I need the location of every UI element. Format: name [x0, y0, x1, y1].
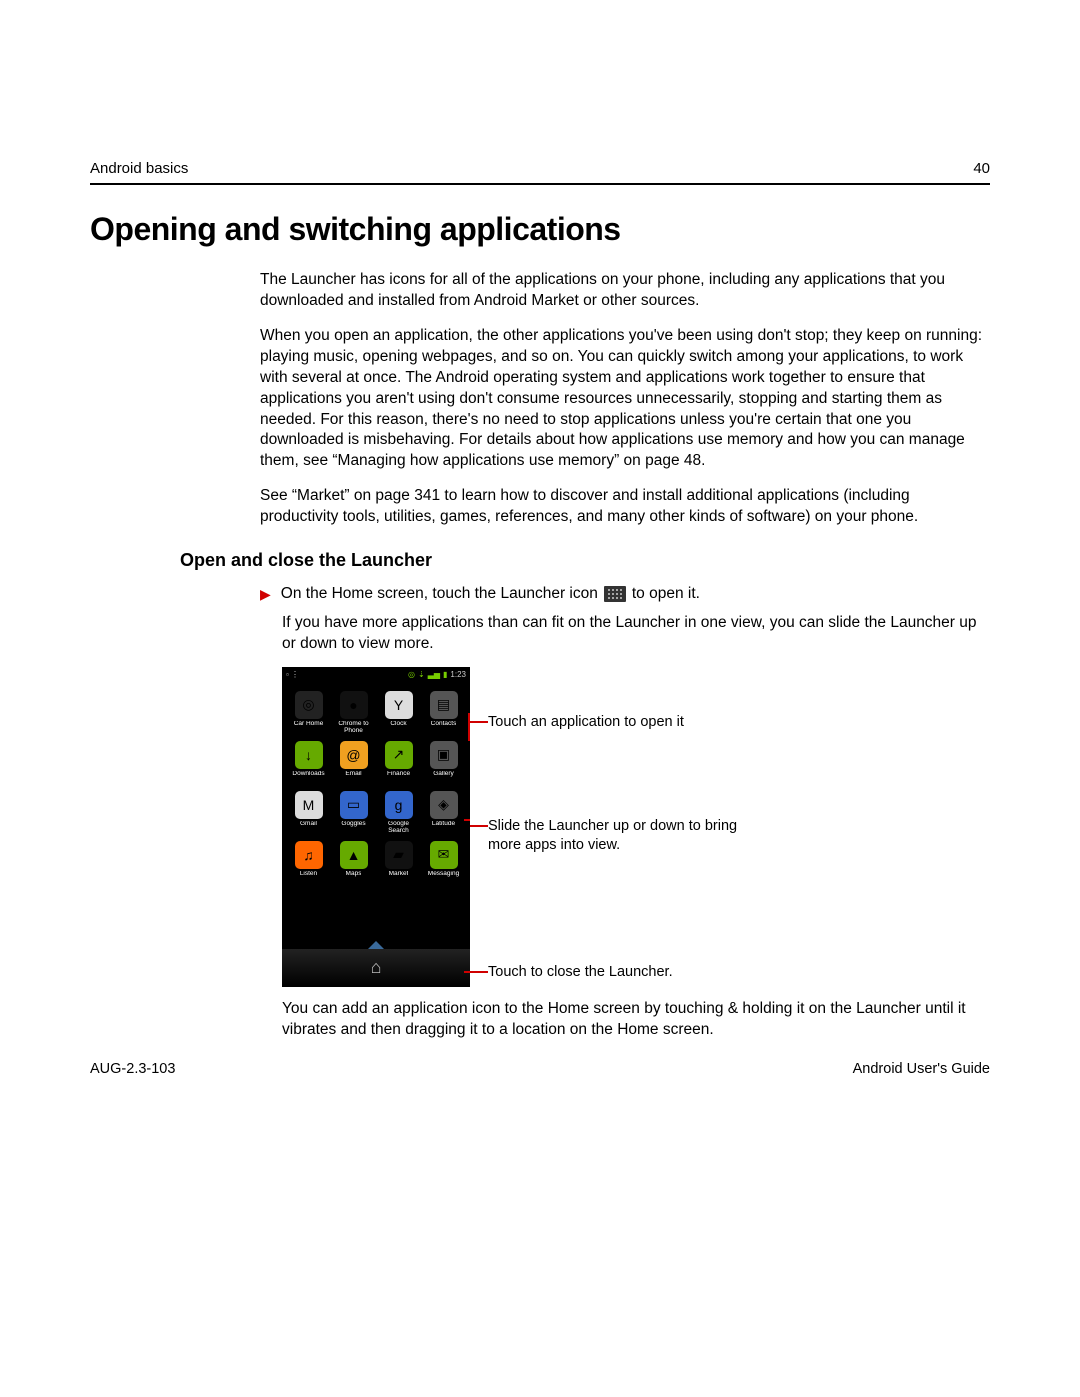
intro-paragraph: When you open an application, the other …	[260, 326, 990, 472]
status-left-icons: ▫ ⋮	[286, 670, 299, 679]
step-bullet-icon: ▶	[260, 586, 271, 603]
app-icon: ▤ Contacts	[423, 691, 464, 735]
app-glyph-icon: ◎	[295, 691, 323, 719]
callout-connector	[468, 713, 470, 741]
app-label: Finance	[387, 771, 410, 785]
subheading: Open and close the Launcher	[180, 550, 990, 571]
callout-text: Touch an application to open it	[488, 714, 684, 730]
app-label: Gmail	[300, 821, 317, 835]
app-label: Gallery	[433, 771, 454, 785]
app-icon: ▲ Maps	[333, 841, 374, 885]
app-icon: ↓ Downloads	[288, 741, 329, 785]
app-icon: ↗ Finance	[378, 741, 419, 785]
status-battery-icon: ▮	[443, 670, 447, 679]
launcher-icon	[604, 586, 626, 602]
callout-connector	[464, 819, 470, 821]
status-sync-icon: ◎	[408, 670, 415, 679]
app-glyph-icon: ♫	[295, 841, 323, 869]
app-icon: ▰ Market	[378, 841, 419, 885]
step-body: If you have more applications than can f…	[282, 613, 990, 655]
app-label: Google Search	[378, 821, 419, 835]
step-text-post: to open it.	[632, 585, 700, 603]
header-rule	[90, 183, 990, 185]
callout-line	[470, 971, 488, 973]
callout-text: Slide the Launcher up or down to bring m…	[488, 818, 737, 853]
app-glyph-icon: ◈	[430, 791, 458, 819]
running-head-page-number: 40	[973, 160, 990, 177]
app-glyph-icon: ↗	[385, 741, 413, 769]
app-glyph-icon: ▣	[430, 741, 458, 769]
footer-doc-title: Android User's Guide	[853, 1061, 990, 1077]
app-icon: @ Email	[333, 741, 374, 785]
app-icon: g Google Search	[378, 791, 419, 835]
app-label: Chrome to Phone	[333, 721, 374, 735]
status-download-icon: ⇣	[418, 670, 425, 679]
status-signal-icon: ▃▅	[428, 670, 440, 679]
app-icon: ✉ Messaging	[423, 841, 464, 885]
app-icon: ◈ Latitude	[423, 791, 464, 835]
intro-paragraph: See “Market” on page 341 to learn how to…	[260, 486, 990, 528]
app-label: Clock	[390, 721, 406, 735]
scroll-up-indicator-icon	[368, 941, 384, 949]
app-label: Market	[389, 871, 409, 885]
app-glyph-icon: ▲	[340, 841, 368, 869]
app-icon: ◎ Car Home	[288, 691, 329, 735]
app-icon: M Gmail	[288, 791, 329, 835]
app-glyph-icon: ●	[340, 691, 368, 719]
app-label: Contacts	[431, 721, 457, 735]
app-icon: ● Chrome to Phone	[333, 691, 374, 735]
app-glyph-icon: ▰	[385, 841, 413, 869]
app-glyph-icon: ✉	[430, 841, 458, 869]
app-label: Listen	[300, 871, 317, 885]
app-glyph-icon: @	[340, 741, 368, 769]
app-label: Email	[345, 771, 361, 785]
app-label: Downloads	[292, 771, 324, 785]
app-label: Latitude	[432, 821, 455, 835]
footer-doc-id: AUG-2.3-103	[90, 1061, 175, 1077]
app-label: Car Home	[294, 721, 324, 735]
app-label: Goggles	[341, 821, 365, 835]
app-icon: ▭ Goggles	[333, 791, 374, 835]
step-text-pre: On the Home screen, touch the Launcher i…	[281, 585, 598, 603]
callout-text: Touch to close the Launcher.	[488, 964, 673, 980]
app-glyph-icon: ▤	[430, 691, 458, 719]
app-label: Messaging	[428, 871, 459, 885]
page-title: Opening and switching applications	[90, 211, 990, 248]
callout-line	[470, 825, 488, 827]
app-icon: ▣ Gallery	[423, 741, 464, 785]
step-body: You can add an application icon to the H…	[282, 999, 990, 1041]
phone-screenshot: ▫ ⋮ ◎ ⇣ ▃▅ ▮ 1:23 ◎ Car Home ● Chrome to Ph…	[282, 667, 470, 987]
running-head-section: Android basics	[90, 160, 188, 177]
app-glyph-icon: ↓	[295, 741, 323, 769]
app-label: Maps	[346, 871, 362, 885]
app-icon: Y Clock	[378, 691, 419, 735]
callout-line	[470, 721, 488, 723]
app-glyph-icon: ▭	[340, 791, 368, 819]
home-icon: ⌂	[364, 956, 388, 980]
app-icon: ♫ Listen	[288, 841, 329, 885]
app-glyph-icon: M	[295, 791, 323, 819]
app-glyph-icon: Y	[385, 691, 413, 719]
status-time: 1:23	[450, 670, 466, 679]
intro-paragraph: The Launcher has icons for all of the ap…	[260, 270, 990, 312]
app-glyph-icon: g	[385, 791, 413, 819]
dock-bar: ⌂	[282, 949, 470, 987]
